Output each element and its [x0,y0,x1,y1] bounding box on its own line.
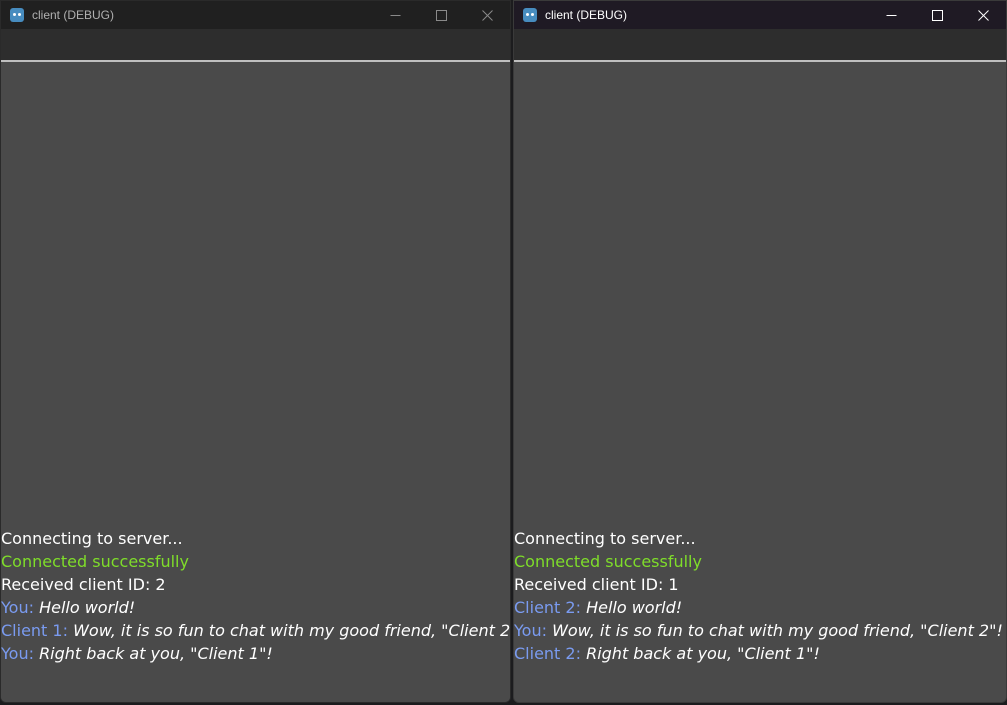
window-controls [372,1,510,29]
status-connected: Connected successfully [1,552,189,571]
close-button[interactable] [960,1,1006,29]
maximize-button[interactable] [914,1,960,29]
left-client-window: client (DEBUG) Connecting to server... C… [0,0,511,703]
close-icon [481,9,493,21]
chat-message: Client 1: Wow, it is so fun to chat with… [1,619,510,642]
client-id-line: Received client ID: 1 [514,575,679,594]
maximize-button[interactable] [418,1,464,29]
status-connecting: Connecting to server... [514,529,696,548]
title-bar[interactable]: client (DEBUG) [514,1,1006,29]
message-text: Wow, it is so fun to chat with my good f… [73,621,511,640]
message-sender: Client 2: [514,598,581,617]
message-sender: Client 1: [1,621,68,640]
message-sender: You: [514,621,547,640]
right-client-window: client (DEBUG) Connecting to server... C… [513,0,1007,703]
chat-log: Connecting to server... Connected succes… [514,527,1006,665]
game-viewport: Connecting to server... Connected succes… [514,62,1006,702]
message-sender: You: [1,644,34,663]
window-controls [868,1,1006,29]
message-text: Hello world! [39,598,136,617]
title-bar[interactable]: client (DEBUG) [1,1,510,29]
window-title: client (DEBUG) [545,8,628,22]
chat-message: You: Right back at you, "Client 1"! [1,642,510,665]
top-bar [514,29,1006,62]
chat-log: Connecting to server... Connected succes… [1,527,510,665]
minimize-icon [886,14,896,16]
maximize-icon [435,9,447,21]
chat-message: You: Hello world! [1,596,510,619]
game-viewport: Connecting to server... Connected succes… [1,62,510,702]
minimize-icon [390,14,400,16]
minimize-button[interactable] [868,1,914,29]
chat-message: Client 2: Hello world! [514,596,1006,619]
message-sender: Client 2: [514,644,581,663]
client-id-line: Received client ID: 2 [1,575,166,594]
godot-icon [10,8,24,22]
message-text: Wow, it is so fun to chat with my good f… [552,621,1003,640]
window-title: client (DEBUG) [32,8,115,22]
status-connected: Connected successfully [514,552,702,571]
status-connecting: Connecting to server... [1,529,183,548]
message-text: Hello world! [586,598,683,617]
close-icon [977,9,989,21]
maximize-icon [931,9,943,21]
chat-message: You: Wow, it is so fun to chat with my g… [514,619,1006,642]
chat-message: Client 2: Right back at you, "Client 1"! [514,642,1006,665]
message-text: Right back at you, "Client 1"! [39,644,273,663]
godot-icon [523,8,537,22]
top-bar [1,29,510,62]
minimize-button[interactable] [372,1,418,29]
message-sender: You: [1,598,34,617]
message-text: Right back at you, "Client 1"! [586,644,820,663]
close-button[interactable] [464,1,510,29]
